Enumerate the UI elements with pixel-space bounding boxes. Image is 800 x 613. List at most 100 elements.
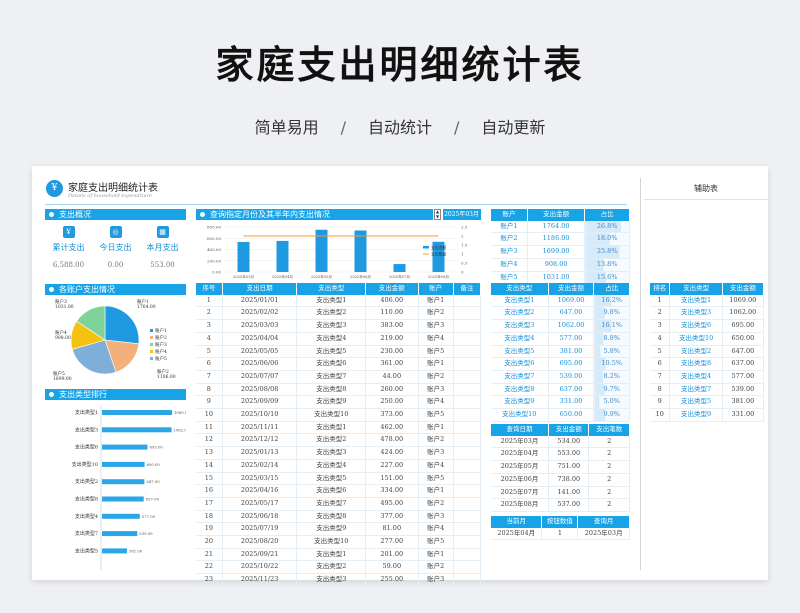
table-cell[interactable]: 695.00 (548, 357, 595, 371)
table-cell[interactable] (453, 370, 482, 384)
table-cell[interactable]: 账户2 (418, 370, 454, 384)
table-cell[interactable] (453, 408, 482, 422)
table-cell[interactable]: 1069.00 (548, 294, 595, 308)
table-cell[interactable]: 9.9% (593, 408, 630, 422)
table-cell[interactable]: 18 (196, 510, 223, 524)
table-cell[interactable]: 支出类型4 (296, 459, 367, 473)
table-cell[interactable]: 751.00 (548, 460, 590, 474)
table-cell[interactable]: 支出类型9 (669, 408, 723, 422)
table-cell[interactable]: 26.8% (584, 220, 630, 234)
table-cell[interactable]: 支出类型9 (491, 395, 549, 410)
table-cell[interactable] (453, 446, 482, 460)
table-cell[interactable] (453, 573, 482, 587)
table-cell[interactable]: 支出类型6 (296, 484, 367, 498)
table-cell[interactable]: 2 (588, 498, 630, 512)
table-cell[interactable]: 227.00 (365, 459, 419, 473)
table-cell[interactable]: 5 (196, 345, 223, 359)
table-cell[interactable]: 支出类型7 (296, 497, 367, 511)
table-cell[interactable]: 账户3 (491, 245, 528, 259)
table-cell[interactable]: 537.00 (548, 498, 590, 512)
table-cell[interactable]: 908.00 (527, 258, 586, 272)
table-cell[interactable]: 账户4 (418, 332, 454, 346)
table-cell[interactable]: 44.00 (365, 370, 419, 384)
table-cell[interactable]: 2025/04/04 (222, 332, 298, 346)
table-cell[interactable]: 4 (196, 332, 223, 346)
table-cell[interactable]: 账户5 (418, 535, 454, 549)
table-cell[interactable] (453, 522, 482, 537)
table-cell[interactable]: 2025/09/21 (222, 548, 298, 562)
table-cell[interactable]: 1186.00 (527, 232, 586, 247)
table-cell[interactable]: 支出类型3 (669, 306, 723, 321)
table-cell[interactable]: 账户1 (418, 357, 454, 371)
table-cell[interactable]: 2025年03月 (491, 435, 549, 449)
table-cell[interactable]: 637.00 (548, 383, 595, 397)
table-cell[interactable]: 381.00 (722, 395, 765, 410)
table-cell[interactable]: 账户1 (491, 220, 528, 234)
table-cell[interactable]: 2025/10/22 (222, 560, 298, 575)
table-cell[interactable]: 账户2 (491, 232, 528, 247)
table-cell[interactable] (453, 395, 482, 410)
table-cell[interactable]: 650.00 (722, 332, 765, 346)
table-cell[interactable]: 支出类型7 (669, 383, 723, 397)
table-cell[interactable]: 账户1 (418, 548, 454, 562)
table-cell[interactable]: 2025/02/14 (222, 459, 298, 473)
table-cell[interactable]: 201.00 (365, 548, 419, 562)
table-cell[interactable]: 16.2% (593, 294, 630, 308)
table-cell[interactable]: 2025/10/10 (222, 408, 298, 422)
table-cell[interactable]: 6 (650, 357, 671, 371)
table-cell[interactable]: 59.00 (365, 560, 419, 575)
table-cell[interactable]: 账户5 (418, 408, 454, 422)
table-cell[interactable]: 2025/05/05 (222, 345, 298, 359)
table-cell[interactable]: 2025年06月 (491, 473, 549, 487)
table-cell[interactable]: 账户3 (418, 573, 454, 587)
table-cell[interactable]: 8 (650, 383, 671, 397)
table-cell[interactable]: 支出类型2 (669, 345, 723, 359)
table-cell[interactable]: 2 (588, 435, 630, 449)
table-cell[interactable]: 3 (650, 319, 671, 333)
table-cell[interactable]: 110.00 (365, 306, 419, 321)
table-cell[interactable]: 9.8% (593, 306, 630, 321)
table-cell[interactable]: 支出类型2 (491, 306, 549, 321)
table-cell[interactable]: 539.00 (548, 370, 595, 384)
table-cell[interactable]: 支出类型3 (296, 319, 367, 333)
table-cell[interactable]: 1062.00 (722, 306, 765, 321)
table-cell[interactable]: 13.8% (584, 258, 630, 272)
table-cell[interactable]: 495.00 (365, 497, 419, 511)
table-cell[interactable]: 账户4 (418, 459, 454, 473)
table-cell[interactable]: 支出类型8 (491, 383, 549, 397)
table-cell[interactable]: 10.5% (593, 357, 630, 371)
table-cell[interactable]: 1069.00 (722, 294, 765, 308)
table-cell[interactable]: 2 (588, 486, 630, 500)
table-cell[interactable]: 695.00 (722, 319, 765, 333)
table-cell[interactable]: 14 (196, 459, 223, 473)
table-cell[interactable]: 23 (196, 573, 223, 587)
table-cell[interactable]: 4 (650, 332, 671, 346)
table-cell[interactable]: 2025/01/01 (222, 294, 298, 308)
table-cell[interactable]: 2025/04/16 (222, 484, 298, 498)
table-cell[interactable] (453, 319, 482, 333)
table-cell[interactable]: 支出类型4 (491, 332, 549, 346)
table-cell[interactable]: 账户3 (418, 446, 454, 460)
table-cell[interactable]: 250.00 (365, 395, 419, 410)
table-cell[interactable]: 支出类型3 (491, 319, 549, 333)
table-cell[interactable]: 12 (196, 433, 223, 448)
table-cell[interactable]: 9 (196, 395, 223, 410)
table-cell[interactable]: 支出类型8 (669, 357, 723, 371)
table-cell[interactable]: 账户3 (418, 319, 454, 333)
table-cell[interactable]: 支出类型8 (296, 510, 367, 524)
table-cell[interactable]: 2025/03/03 (222, 319, 298, 333)
table-cell[interactable]: 738.00 (548, 473, 590, 487)
table-cell[interactable]: 18.0% (584, 232, 630, 247)
table-cell[interactable]: 支出类型2 (296, 433, 367, 448)
table-cell[interactable]: 支出类型9 (296, 522, 367, 537)
table-cell[interactable]: 2025年04月 (491, 527, 543, 541)
table-cell[interactable]: 支出类型6 (669, 319, 723, 333)
table-cell[interactable]: 支出类型6 (296, 357, 367, 371)
table-cell[interactable]: 支出类型6 (491, 357, 549, 371)
table-cell[interactable]: 支出类型10 (491, 408, 549, 422)
table-cell[interactable]: 支出类型1 (669, 294, 723, 308)
table-cell[interactable]: 1062.00 (548, 319, 595, 333)
table-cell[interactable]: 账户2 (418, 306, 454, 321)
table-cell[interactable]: 支出类型10 (296, 408, 367, 422)
table-cell[interactable]: 8.8% (593, 332, 630, 346)
